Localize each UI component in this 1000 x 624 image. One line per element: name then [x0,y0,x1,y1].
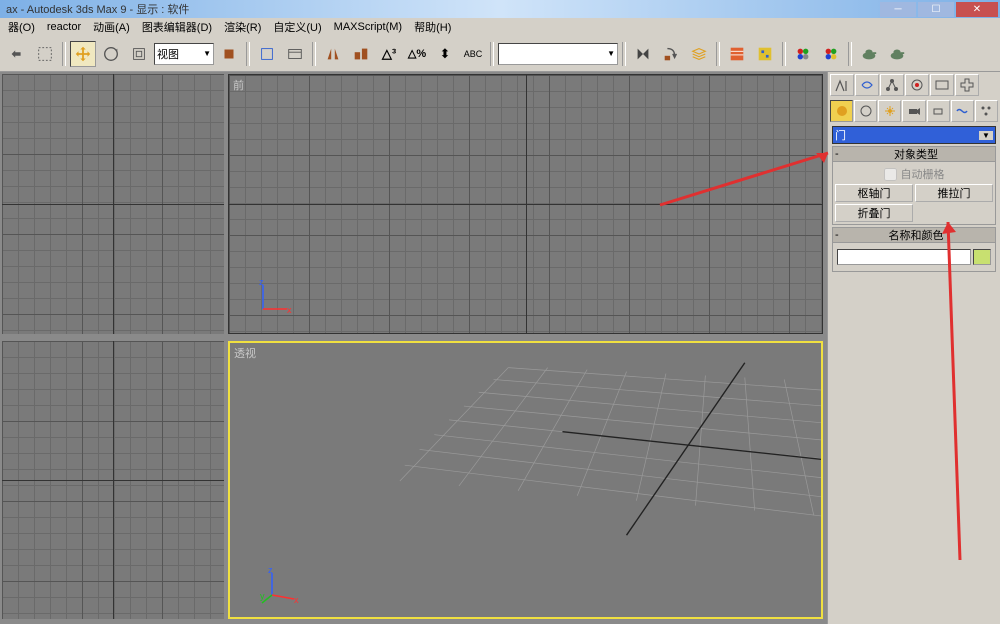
render-button[interactable] [856,41,882,67]
mirror-tool-button[interactable] [630,41,656,67]
menu-item[interactable]: 器(O) [2,19,41,35]
menu-item[interactable]: 动画(A) [87,19,136,35]
toolbar-separator [312,42,316,66]
modify-tab[interactable] [855,74,879,96]
toolbar-separator [490,42,494,66]
svg-text:x: x [294,595,299,605]
toolbar-separator [62,42,66,66]
menu-item[interactable]: 自定义(U) [267,19,327,35]
utilities-tab[interactable] [955,74,979,96]
named-selection-button[interactable]: ABC [460,41,486,67]
toolbar-separator [246,42,250,66]
autogrid-row: 自动栅格 [835,164,993,184]
motion-tab[interactable] [905,74,929,96]
toolbar-separator [716,42,720,66]
perspective-grid [230,343,821,617]
command-panel: 门▼ -对象类型 自动栅格 枢轴门 推拉门 折叠门 -名称 [827,72,1000,624]
menu-item[interactable]: 图表编辑器(D) [136,19,218,35]
viewport-perspective[interactable]: 透视 [228,341,823,619]
window-controls: ─ ☐ ✕ [880,2,998,17]
autogrid-checkbox [884,168,897,181]
viewport-label: 前 [233,77,244,93]
window-title: ax - Autodesk 3ds Max 9 - 显示 : 软件 [2,1,189,17]
viewports-container: 前 z x 透视 [0,72,827,624]
axis-gizmo: z x [255,277,295,317]
rotate-button[interactable] [98,41,124,67]
schematic-view-button[interactable] [752,41,778,67]
svg-text:z: z [268,565,273,575]
create-tab[interactable] [830,74,854,96]
rollout-header[interactable]: -对象类型 [832,146,996,162]
object-type-rollout: -对象类型 自动栅格 枢轴门 推拉门 折叠门 [832,146,996,225]
toolbar-separator [622,42,626,66]
svg-text:x: x [287,305,292,315]
shapes-subtab[interactable] [854,100,877,122]
undo-button[interactable] [4,41,30,67]
content-area: 前 z x 透视 [0,72,1000,624]
hierarchy-tab[interactable] [880,74,904,96]
cameras-subtab[interactable] [902,100,925,122]
curve-editor-button[interactable] [724,41,750,67]
scale-button[interactable] [126,41,152,67]
create-subtabs [828,98,1000,124]
menu-item[interactable]: MAXScript(M) [328,21,408,33]
material-editor-button[interactable] [790,41,816,67]
main-toolbar: 视图▼ △³ △% ⬍ ABC ▼ [0,36,1000,72]
spacewarps-subtab[interactable] [951,100,974,122]
folding-door-button[interactable]: 折叠门 [835,204,913,222]
geometry-subtab[interactable] [830,100,853,122]
layers-button[interactable] [686,41,712,67]
select-name-button[interactable] [282,41,308,67]
category-dropdown[interactable]: 门▼ [832,126,996,144]
svg-text:y: y [260,591,265,601]
maximize-button[interactable]: ☐ [918,2,954,17]
move-button[interactable] [70,41,96,67]
snap-angle-button[interactable]: △³ [376,41,402,67]
autogrid-label: 自动栅格 [901,166,945,182]
close-button[interactable]: ✕ [956,2,998,17]
axis-gizmo: z x y [260,565,300,605]
menu-bar: 器(O) reactor 动画(A) 图表编辑器(D) 渲染(R) 自定义(U)… [0,18,1000,36]
svg-text:z: z [259,277,264,287]
rollout-header[interactable]: -名称和颜色 [832,227,996,243]
axis-line [526,75,527,333]
toolbar-separator [848,42,852,66]
helpers-subtab[interactable] [927,100,950,122]
minimize-button[interactable]: ─ [880,2,916,17]
lights-subtab[interactable] [878,100,901,122]
display-tab[interactable] [930,74,954,96]
snap-percent-button[interactable]: △% [404,41,430,67]
render-scene-button[interactable] [818,41,844,67]
color-swatch[interactable] [973,249,991,265]
spinner-snap-button[interactable]: ⬍ [432,41,458,67]
select-button[interactable] [254,41,280,67]
reference-coord-dropdown[interactable]: 视图▼ [154,43,214,65]
sliding-door-button[interactable]: 推拉门 [915,184,993,202]
window-title-bar: ax - Autodesk 3ds Max 9 - 显示 : 软件 ─ ☐ ✕ [0,0,1000,18]
redo-button[interactable] [32,41,58,67]
object-name-input[interactable] [837,249,971,265]
pivot-door-button[interactable]: 枢轴门 [835,184,913,202]
quick-render-button[interactable] [884,41,910,67]
pivot-center-button[interactable] [216,41,242,67]
menu-item[interactable]: 渲染(R) [218,19,267,35]
align-button[interactable] [348,41,374,67]
array-button[interactable] [658,41,684,67]
name-color-rollout: -名称和颜色 [832,227,996,272]
axis-line [113,74,114,334]
viewport-left[interactable] [2,341,224,619]
viewport-top[interactable] [2,74,224,334]
toolbar-separator [782,42,786,66]
selection-set-dropdown[interactable]: ▼ [498,43,618,65]
menu-item[interactable]: 帮助(H) [408,19,457,35]
axis-line [113,341,114,619]
panel-tabs [828,72,1000,98]
mirror-button[interactable] [320,41,346,67]
systems-subtab[interactable] [975,100,998,122]
viewport-front[interactable]: 前 z x [228,74,823,334]
menu-item[interactable]: reactor [41,21,87,33]
